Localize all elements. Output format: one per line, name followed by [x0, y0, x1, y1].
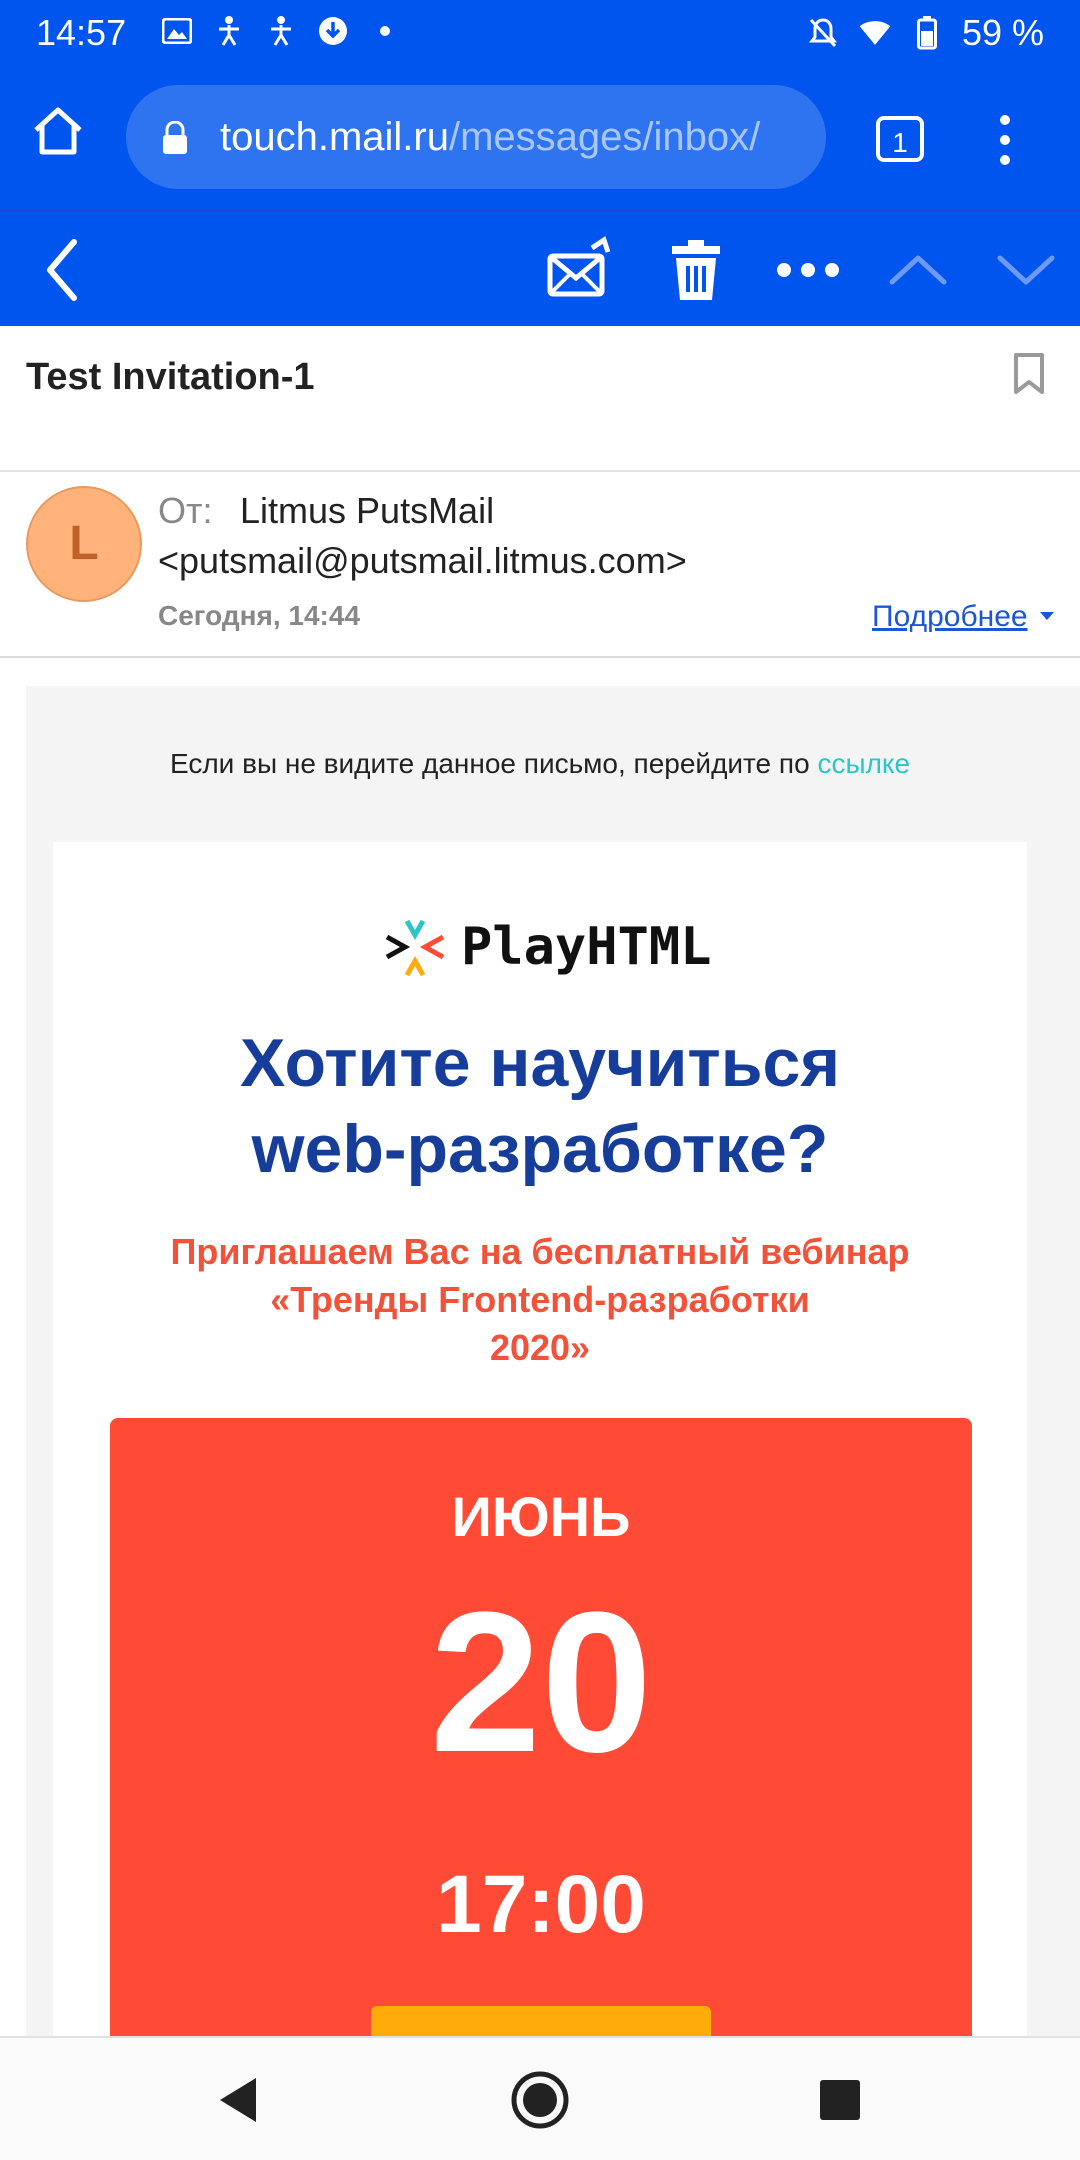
nav-recents-button[interactable] [808, 2068, 872, 2132]
register-button[interactable] [371, 2006, 711, 2036]
event-month: ИЮНЬ [451, 1485, 631, 1548]
avatar: L [26, 486, 142, 602]
playhtml-logo-icon [385, 919, 445, 977]
details-link[interactable]: Подробнее [872, 600, 1028, 634]
bookmark-button[interactable] [1012, 352, 1046, 396]
circle-home-icon [511, 2071, 569, 2129]
more-vertical-icon [1000, 115, 1010, 165]
triangle-back-icon [220, 2078, 256, 2122]
event-day: 20 [429, 1571, 653, 1794]
logo: PlayHTML [383, 910, 711, 984]
delete-button[interactable] [658, 232, 734, 308]
mark-unread-button[interactable] [542, 232, 618, 308]
status-bar: 14:57 59 % [0, 0, 1080, 68]
browser-toolbar: touch.mail.ru/messages/inbox/ 1 [0, 68, 1080, 210]
subject-row: Test Invitation-1 [0, 326, 1080, 472]
event-time: 17:00 [436, 1859, 646, 1950]
square-recents-icon [820, 2080, 860, 2120]
lock-icon [160, 120, 190, 155]
system-icons: 59 % [806, 12, 1044, 54]
download-icon [316, 14, 350, 48]
invite-line-1: Приглашаем Вас на бесплатный вебинар [170, 1231, 910, 1272]
preheader: Если вы не видите данное письмо, перейди… [26, 748, 1054, 780]
bookmark-icon [1014, 353, 1044, 394]
mail-toolbar [0, 210, 1080, 326]
accessibility-icon [264, 14, 298, 48]
nav-home-button[interactable] [508, 2068, 572, 2132]
preheader-text: Если вы не видите данное письмо, перейди… [169, 748, 818, 779]
chevron-up-icon [889, 255, 947, 285]
status-time: 14:57 [36, 12, 127, 53]
bell-off-icon [806, 16, 840, 50]
preheader-link[interactable]: ссылке [817, 748, 910, 779]
wifi-icon [858, 16, 892, 50]
notification-icons [160, 14, 402, 48]
more-horizontal-icon [777, 263, 839, 277]
back-button[interactable] [28, 232, 104, 308]
previous-message-button[interactable] [880, 232, 956, 308]
next-message-button[interactable] [988, 232, 1064, 308]
logo-text: PlayHTML [461, 917, 712, 977]
sender-name[interactable]: Litmus PutsMail [240, 490, 494, 532]
tab-switcher-button[interactable]: 1 [876, 116, 924, 162]
invite-text: Приглашаем Вас на бесплатный вебинар «Тр… [123, 1228, 957, 1372]
image-icon [160, 14, 194, 48]
url-domain: touch.mail.ru [220, 115, 449, 159]
headline-line-1: Хотите научиться [239, 1025, 840, 1101]
home-icon [34, 107, 82, 155]
url-path: /messages/inbox/ [448, 115, 761, 159]
url-text: touch.mail.ru/messages/inbox/ [220, 115, 760, 160]
browser-menu-button[interactable] [990, 110, 1020, 170]
caret-down-icon[interactable] [1040, 612, 1054, 620]
event-date-box: ИЮНЬ 20 17:00 [110, 1418, 972, 2036]
headline: Хотите научиться web-разработке? [53, 1020, 1027, 1192]
message-subject: Test Invitation-1 [26, 356, 315, 398]
message-date: Сегодня, 14:44 [158, 600, 361, 631]
chevron-left-icon [47, 239, 77, 301]
chevron-down-icon [997, 255, 1055, 285]
dot-icon [368, 14, 402, 48]
more-actions-button[interactable] [770, 232, 846, 308]
sender-email[interactable]: <putsmail@putsmail.litmus.com> [158, 540, 687, 582]
invite-line-3: 2020» [489, 1327, 591, 1368]
headline-line-2: web-разработке? [251, 1111, 829, 1187]
nav-back-button[interactable] [208, 2068, 272, 2132]
envelope-icon [547, 236, 611, 297]
home-button[interactable] [30, 104, 100, 174]
email-card: PlayHTML Хотите научиться web-разработке… [53, 842, 1027, 2036]
accessibility-icon [212, 14, 246, 48]
url-bar[interactable]: touch.mail.ru/messages/inbox/ [126, 85, 826, 189]
system-nav-bar [0, 2036, 1080, 2160]
email-body: Если вы не видите данное письмо, перейди… [26, 686, 1080, 2036]
battery-percent: 59 % [961, 12, 1044, 53]
trash-icon [672, 240, 720, 300]
sender-block: L От: Litmus PutsMail <putsmail@putsmail… [0, 472, 1080, 658]
from-label: От: [158, 490, 213, 531]
battery-icon [910, 16, 944, 50]
invite-line-2: «Тренды Frontend-разработки [270, 1279, 810, 1320]
